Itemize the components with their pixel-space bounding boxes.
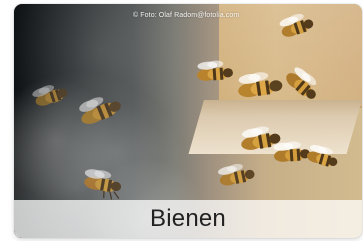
- photo-credit: © Foto: Olaf Radom@fotolia.com: [133, 12, 240, 19]
- card-title: Bienen: [150, 205, 226, 232]
- category-card-bienen[interactable]: © Foto: Olaf Radom@fotolia.com Bienen: [14, 4, 362, 238]
